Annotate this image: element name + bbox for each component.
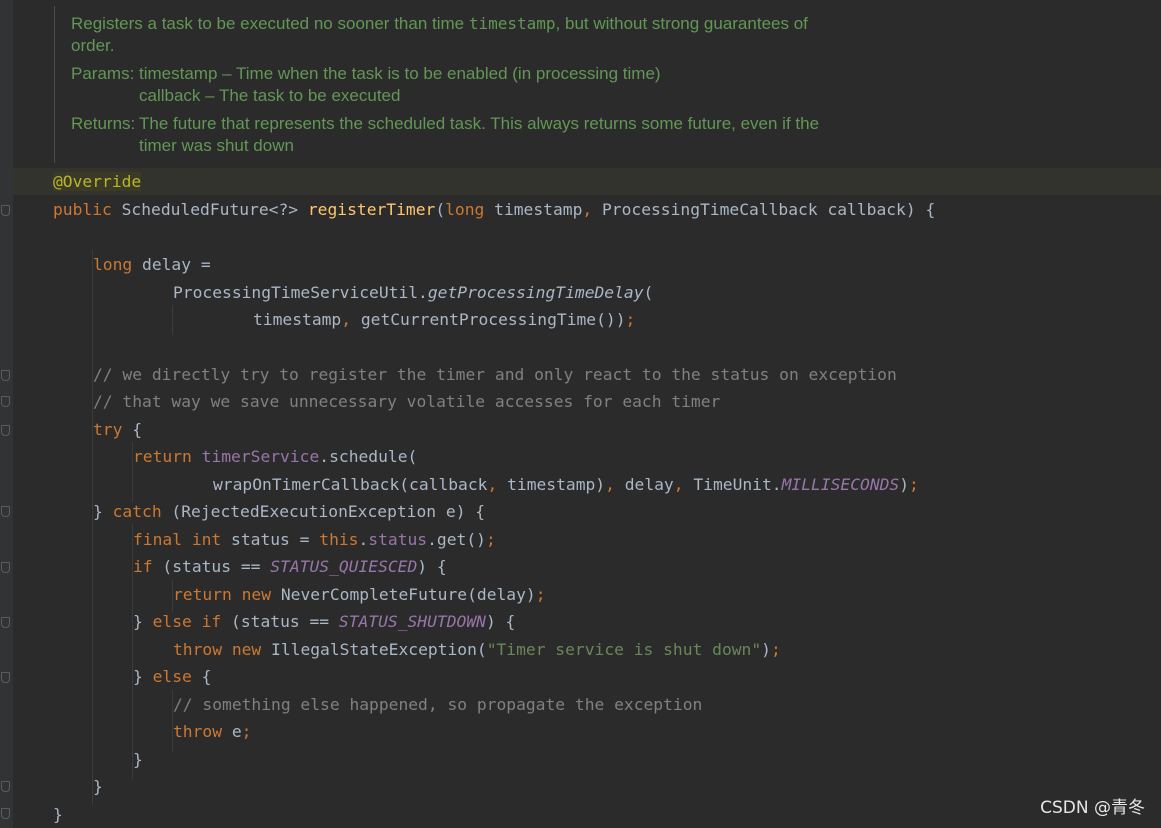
code-comment: // that way we save unnecessary volatile… <box>93 392 721 411</box>
code-line: ProcessingTimeServiceUtil.getProcessingT… <box>173 283 654 302</box>
code-line: @Override <box>53 172 142 191</box>
code-comment: // we directly try to register the timer… <box>93 365 897 384</box>
code-line: return timerService.schedule( <box>133 447 418 466</box>
code-line: } <box>93 777 103 796</box>
csdn-watermark: CSDN @青冬 <box>1040 798 1145 818</box>
code-line: wrapOnTimerCallback(callback, timestamp)… <box>213 475 919 494</box>
code-line: public ScheduledFuture<?> registerTimer(… <box>53 200 936 219</box>
code-line: throw e; <box>173 722 252 741</box>
code-line: } else { <box>133 667 212 686</box>
code-line: long delay = <box>93 255 211 274</box>
code-line: } else if (status == STATUS_SHUTDOWN) { <box>133 612 516 631</box>
code-line: throw new IllegalStateException("Timer s… <box>173 640 781 659</box>
code-comment: // something else happened, so propagate… <box>173 695 703 714</box>
code-line: try { <box>93 420 143 439</box>
code-line: return new NeverCompleteFuture(delay); <box>173 585 546 604</box>
code-line: } <box>53 805 63 824</box>
code-line: final int status = this.status.get(); <box>133 530 496 549</box>
code-line: timestamp, getCurrentProcessingTime()); <box>253 310 636 329</box>
code-line: } catch (RejectedExecutionException e) { <box>93 502 486 521</box>
code-line: } <box>133 750 143 769</box>
code-line: if (status == STATUS_QUIESCED) { <box>133 557 447 576</box>
code-editor[interactable]: @Override public ScheduledFuture<?> regi… <box>0 0 1161 828</box>
